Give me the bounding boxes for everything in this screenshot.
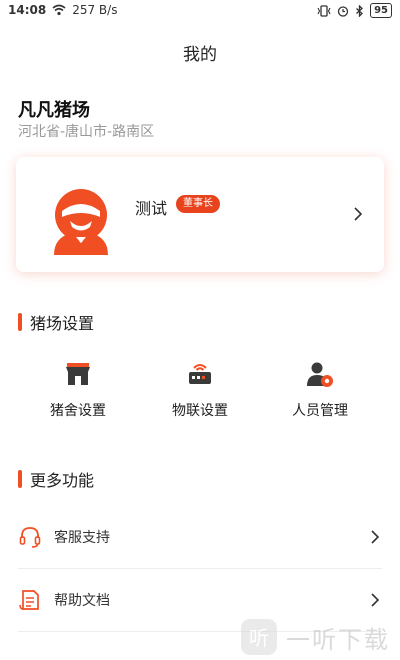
role-badge: 董事长 xyxy=(176,195,220,213)
headset-icon xyxy=(19,527,41,548)
farm-settings-grid: 猪舍设置 物联设置 人员管理 xyxy=(0,360,400,430)
battery-level: 95 xyxy=(370,3,392,18)
section-title-more-features: 更多功能 xyxy=(30,471,95,490)
farm-address: 河北省-唐山市-路南区 xyxy=(18,124,155,140)
profile-card[interactable]: 测试 董事长 xyxy=(16,157,384,272)
section-more-features: 更多功能 xyxy=(18,467,94,491)
chevron-right-icon xyxy=(371,593,380,607)
list-item-label: 帮助文档 xyxy=(54,593,110,609)
document-icon xyxy=(19,590,39,610)
page-title: 我的 xyxy=(183,45,217,65)
net-speed: 257 B/s xyxy=(72,3,118,17)
status-time: 14:08 xyxy=(8,3,47,17)
status-right: 95 xyxy=(317,3,392,18)
grid-item-pig-house[interactable]: 猪舍设置 xyxy=(28,360,128,420)
list-item-customer-service[interactable]: 客服支持 xyxy=(18,513,382,563)
pig-house-icon xyxy=(66,363,90,385)
grid-label: 人员管理 xyxy=(292,403,348,419)
chevron-right-icon xyxy=(354,207,363,221)
grid-item-staff[interactable]: 人员管理 xyxy=(270,360,370,420)
section-farm-settings: 猪场设置 xyxy=(18,310,94,334)
list-item-label: 客服支持 xyxy=(54,530,110,546)
grid-item-iot[interactable]: 物联设置 xyxy=(150,360,250,420)
watermark: 听 一听下载 xyxy=(240,618,390,656)
chevron-right-icon xyxy=(371,530,380,544)
watermark-logo-char: 听 xyxy=(249,626,269,650)
divider xyxy=(18,568,382,569)
bluetooth-icon xyxy=(356,4,364,17)
iot-router-icon xyxy=(189,364,211,384)
grid-label: 猪舍设置 xyxy=(50,403,106,419)
user-name: 测试 xyxy=(135,199,168,218)
status-left: 14:08 257 B/s xyxy=(8,3,117,17)
avatar-icon xyxy=(54,189,108,255)
section-accent-bar xyxy=(18,470,22,488)
farm-name: 凡凡猪场 xyxy=(18,100,90,121)
section-accent-bar xyxy=(18,313,22,331)
user-settings-icon xyxy=(307,362,333,387)
grid-label: 物联设置 xyxy=(172,403,228,419)
alarm-icon xyxy=(337,5,349,17)
vibrate-icon xyxy=(317,4,331,17)
watermark-logo-icon: 听 xyxy=(241,619,277,655)
wifi-icon xyxy=(52,4,66,16)
section-title-farm-settings: 猪场设置 xyxy=(30,314,95,333)
watermark-text: 一听下载 xyxy=(286,625,390,654)
status-bar: 14:08 257 B/s 95 xyxy=(0,0,400,22)
